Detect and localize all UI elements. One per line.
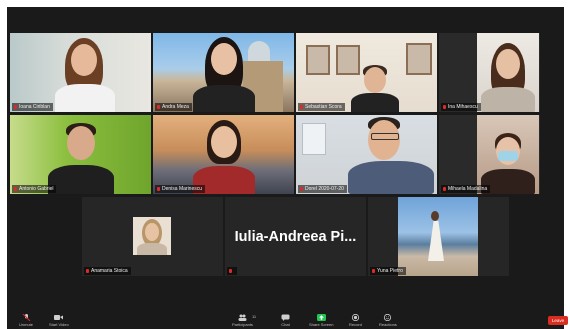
participants-count: 11: [252, 314, 257, 319]
video-tile-6[interactable]: Denisa Marinescu: [153, 115, 294, 194]
participant-name-label: Dorel 2020-07-20: [298, 185, 347, 193]
glasses: [371, 133, 399, 140]
muted-mic-icon: [157, 186, 160, 192]
muted-mic-icon: [157, 104, 160, 110]
muted-mic-icon: [443, 104, 446, 110]
video-tile-2[interactable]: Andra Meza: [153, 33, 294, 112]
video-tile-5[interactable]: Antonio Gabriel: [10, 115, 151, 194]
share-screen-icon: [316, 314, 326, 321]
record-icon: [351, 314, 360, 321]
participant-video: [193, 37, 255, 112]
participant-name-label: Yuna Pietro: [370, 267, 406, 275]
wall-frame: [306, 45, 330, 75]
participants-button[interactable]: Participants: [232, 314, 253, 327]
participant-name-label: Denisa Marinescu: [155, 185, 206, 193]
start-video-button[interactable]: Start Video: [49, 314, 69, 327]
wall-frame: [406, 43, 432, 75]
participant-video: [48, 123, 114, 194]
window: [302, 123, 326, 155]
profile-picture: [398, 197, 478, 276]
muted-mic-icon: [372, 268, 375, 274]
participant-video: [55, 38, 115, 112]
muted-mic-icon: [14, 186, 17, 192]
participant-name-label: Antonio Gabriel: [12, 185, 57, 193]
video-tile-4[interactable]: Ina Mihaescu: [439, 33, 540, 112]
muted-mic-icon: [300, 186, 303, 192]
video-camera-icon: [54, 315, 64, 320]
profile-picture: [133, 217, 171, 255]
video-tile-9[interactable]: Anamaria Stoica: [82, 197, 223, 276]
participant-name-label: Sebastian Scora: [298, 103, 345, 111]
share-screen-button[interactable]: Share Screen: [309, 314, 333, 327]
muted-mic-icon: [300, 104, 303, 110]
participant-name-label: Andra Meza: [155, 103, 192, 111]
video-tile-8[interactable]: Mihaela Madalina: [439, 115, 540, 194]
participant-name-label: Anamaria Stoica: [84, 267, 131, 275]
video-tile-11[interactable]: Yuna Pietro: [368, 197, 509, 276]
participant-name-label: Ioana Ciriblan: [12, 103, 53, 111]
muted-mic-icon: [443, 186, 446, 192]
unmute-button[interactable]: Unmute: [19, 314, 33, 327]
muted-mic-icon: [14, 104, 17, 110]
participant-video: [481, 43, 535, 112]
participant-video: [351, 63, 399, 112]
participants-icon: [238, 314, 247, 321]
muted-mic-icon: [86, 268, 89, 274]
video-tile-3[interactable]: Sebastian Scora: [296, 33, 437, 112]
participant-video: [348, 117, 434, 194]
record-button[interactable]: Record: [349, 314, 362, 327]
participant-name-label: Ina Mihaescu: [441, 103, 481, 111]
reactions-smiley-icon: [384, 314, 392, 321]
chat-bubble-icon: [281, 314, 290, 321]
chat-button[interactable]: Chat: [281, 314, 290, 327]
video-tile-7[interactable]: Dorel 2020-07-20: [296, 115, 437, 194]
face-mask: [498, 151, 518, 161]
participant-name-label: Mihaela Madalina: [441, 185, 491, 193]
microphone-muted-icon: [22, 314, 30, 321]
camera-off-participant-name: Iulia-Andreea Pi...: [234, 228, 357, 245]
participant-video: [193, 120, 255, 194]
reactions-button[interactable]: Reactions: [379, 314, 397, 327]
video-tile-1[interactable]: Ioana Ciriblan: [10, 33, 151, 112]
leave-meeting-button[interactable]: Leave: [548, 316, 568, 325]
